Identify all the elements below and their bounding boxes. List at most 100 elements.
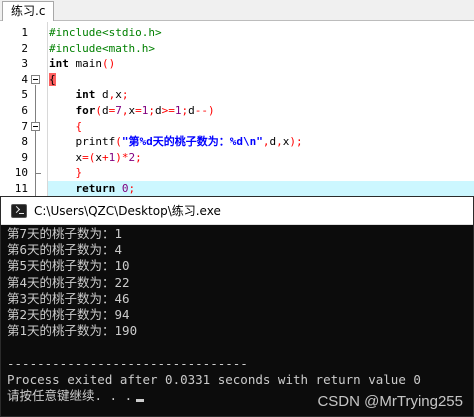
console-output-text: 第5天的桃子数为：10	[7, 258, 130, 274]
line-number: 7	[21, 119, 28, 133]
line-number: 11	[14, 182, 28, 195]
editor-tab-bar: 练习.c	[0, 0, 474, 21]
terminal-icon	[11, 204, 27, 218]
line-number: 4	[21, 72, 28, 86]
console-output-text: 第6天的桃子数为：4	[7, 242, 123, 258]
code-editor[interactable]: 练习.c 123456789101112 #include<stdio.h>#i…	[0, 0, 474, 211]
code-token: x	[49, 150, 83, 164]
code-line[interactable]: #include<math.h>	[48, 41, 474, 57]
code-line[interactable]: for(d=7,x=1;d>=1;d--)	[48, 103, 474, 119]
code-token: printf	[49, 135, 116, 149]
code-line[interactable]: {	[48, 119, 474, 135]
console-output-line: 第2天的桃子数为：94	[7, 307, 473, 323]
console-output-line: --------------------------------	[7, 356, 473, 372]
code-token: ;	[128, 182, 136, 195]
console-title-bar[interactable]: C:\Users\QZC\Desktop\练习.exe	[1, 197, 473, 225]
console-output-text: 第3天的桃子数为：46	[7, 290, 130, 306]
code-token: {	[49, 72, 56, 86]
line-number: 10	[14, 166, 28, 180]
code-token: 0	[121, 182, 129, 195]
code-token: ,	[121, 104, 129, 117]
code-token: ;	[121, 88, 129, 102]
code-token: (	[95, 104, 102, 117]
fold-guide-line	[35, 131, 36, 174]
code-token: for	[75, 104, 96, 117]
console-output-text: 第2天的桃子数为：94	[7, 307, 130, 322]
code-token: (	[115, 135, 122, 149]
console-output-line: 第7天的桃子数为：1	[7, 226, 473, 242]
code-text-area[interactable]: #include<stdio.h> #include<math.h> int mai…	[48, 22, 474, 211]
line-number: 3	[21, 57, 28, 71]
fold-end-marker	[35, 173, 41, 175]
console-output-text: 第1天的桃子数为：190	[7, 323, 138, 339]
code-token: ,	[276, 135, 283, 149]
line-number: 6	[21, 104, 28, 117]
console-window[interactable]: C:\Users\QZC\Desktop\练习.exe 第7天的桃子数为：1 第6…	[0, 196, 474, 417]
line-number: 8	[21, 135, 28, 149]
code-token: );	[289, 135, 303, 149]
console-output-line: Process exited after 0.0331 seconds with…	[7, 372, 473, 388]
code-token: int	[49, 57, 69, 71]
console-output-line: 第4天的桃子数为：22	[7, 275, 473, 291]
code-token: main	[68, 57, 102, 71]
console-output-line: 第5天的桃子数为：10	[7, 258, 473, 274]
fold-toggle-loop[interactable]	[31, 121, 40, 131]
code-token: "第%d天的桃子数为：%d\n"	[121, 135, 263, 149]
line-number: 1	[21, 26, 28, 39]
code-token: ()	[102, 57, 116, 71]
code-token: }	[75, 166, 83, 180]
text-cursor	[136, 399, 145, 402]
code-token: return	[75, 182, 116, 195]
code-token: int	[75, 88, 96, 102]
line-number: 9	[21, 150, 28, 164]
code-token: x	[95, 150, 102, 164]
code-token: {	[75, 119, 83, 133]
code-token: 1	[174, 104, 182, 117]
code-token: --)	[194, 104, 215, 117]
line-number-gutter: 123456789101112	[0, 22, 48, 211]
code-token: #include<math.h>	[49, 41, 155, 55]
fold-toggle-main[interactable]	[31, 74, 40, 84]
code-token: d	[102, 104, 109, 117]
code-line[interactable]: printf("第%d天的桃子数为：%d\n",d,x);	[48, 134, 474, 150]
code-token: d	[95, 88, 109, 102]
line-number: 5	[21, 88, 28, 102]
watermark: CSDN @MrTrying255	[317, 393, 463, 410]
console-output-line: 第3天的桃子数为：46	[7, 291, 473, 307]
code-token: d	[188, 104, 195, 117]
code-line[interactable]: {	[48, 72, 474, 88]
console-output-text: Process exited after 0.0331 seconds with…	[7, 371, 421, 387]
console-output: 第7天的桃子数为：1 第6天的桃子数为：4 第5天的桃子数为：10 第4天的桃子数为：…	[1, 226, 473, 416]
console-output-text: 请按任意键继续. . .	[7, 388, 133, 403]
code-line[interactable]: x=(x+1)*2;	[48, 150, 474, 166]
code-token: +	[102, 150, 109, 164]
console-title: C:\Users\QZC\Desktop\练习.exe	[34, 204, 221, 218]
code-token: #include<stdio.h>	[49, 26, 162, 39]
code-token: )*	[115, 150, 129, 164]
code-line[interactable]: int main()	[48, 56, 474, 72]
code-token: >=	[161, 104, 175, 117]
console-output-text: 第4天的桃子数为：22	[7, 274, 130, 290]
console-output-line: 第1天的桃子数为：190	[7, 323, 473, 339]
code-token: =(	[82, 150, 96, 164]
code-token: ;	[148, 104, 155, 117]
code-token: =	[135, 104, 142, 117]
current-code-line[interactable]: return 0;	[48, 181, 474, 197]
code-line[interactable]: #include<stdio.h>	[48, 25, 474, 41]
file-tab[interactable]: 练习.c	[2, 1, 55, 21]
console-output-line: 第6天的桃子数为：4	[7, 242, 473, 258]
code-token: d	[155, 104, 162, 117]
console-output-text: --------------------------------	[7, 355, 248, 371]
code-line[interactable]: }	[48, 165, 474, 181]
code-token: ;	[135, 150, 142, 164]
code-line[interactable]: int d,x;	[48, 87, 474, 103]
code-token: 7	[115, 104, 122, 117]
console-output-text: 第7天的桃子数为：1	[7, 226, 123, 241]
